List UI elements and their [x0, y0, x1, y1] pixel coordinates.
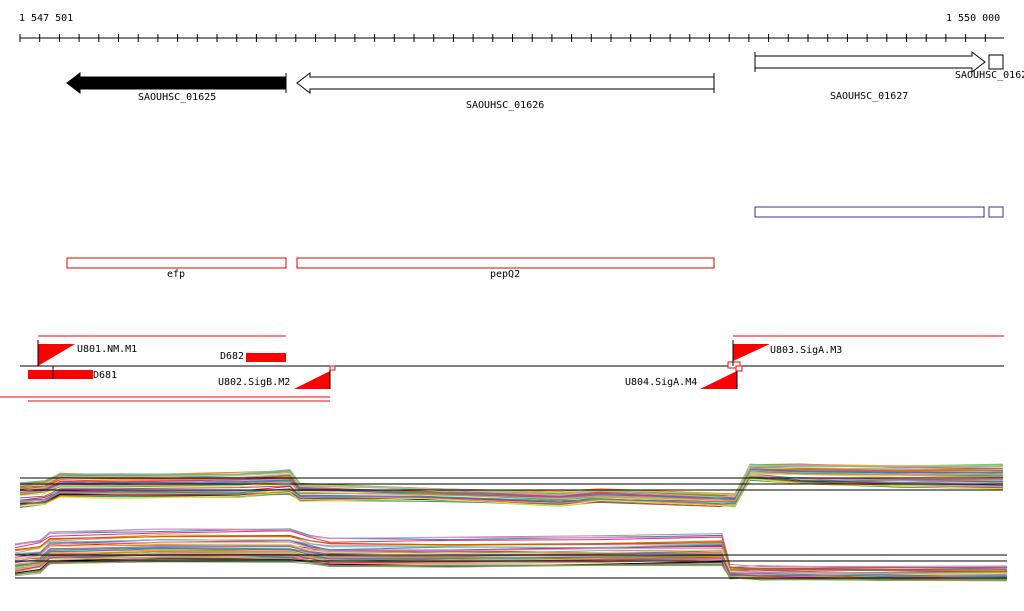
annotation-box-pepq2[interactable]: [296, 257, 715, 269]
annotation-label-efp: efp: [167, 269, 186, 280]
feature-label-d681: D681: [93, 370, 118, 381]
feature-label-u801: U801.NM.M1: [77, 344, 138, 355]
transcript-box-1[interactable]: [754, 206, 985, 218]
feature-label-d682: D682: [220, 351, 245, 362]
gene-arrow-saouhsc-01627[interactable]: [754, 50, 986, 74]
gene-label-saouhsc-01626: SAOUHSC_01626: [466, 100, 545, 111]
expression-profiles-upper: [19, 463, 1004, 508]
transcript-box-2[interactable]: [988, 206, 1004, 218]
feature-track: [0, 335, 1004, 402]
segment-d682[interactable]: [246, 353, 286, 362]
feature-label-u804: U804.SigA.M4: [625, 377, 698, 388]
expression-profiles-lower: [14, 528, 1008, 582]
gene-label-saouhsc-01625: SAOUHSC_01625: [138, 92, 217, 103]
annotation-track: [66, 257, 715, 269]
gene-label-saouhsc-0162: SAOUHSC_0162: [955, 70, 1024, 81]
annotation-box-efp[interactable]: [66, 257, 287, 269]
transcript-track: [754, 206, 1004, 218]
gene-arrow-saouhsc-01626[interactable]: [296, 71, 715, 95]
gene-label-saouhsc-01627: SAOUHSC_01627: [830, 91, 909, 102]
gene-arrow-saouhsc-01625[interactable]: [66, 71, 287, 95]
coordinate-ruler: [19, 34, 1004, 42]
feature-label-u802: U802.SigB.M2: [218, 377, 291, 388]
feature-label-u803: U803.SigA.M3: [770, 345, 843, 356]
genome-browser: 1 547 501 1 550 000 SAOUHSC_01625 SAOUHS…: [0, 0, 1024, 611]
segment-d681[interactable]: [28, 370, 93, 379]
promoter-marker-u801[interactable]: [38, 344, 75, 366]
promoter-marker-u802[interactable]: [294, 371, 330, 389]
annotation-label-pepq2: pepQ2: [490, 269, 521, 280]
promoter-marker-u804[interactable]: [700, 371, 737, 389]
promoter-marker-u803[interactable]: [733, 344, 770, 361]
gene-track: [66, 50, 1004, 95]
gene-box-saouhsc-0162[interactable]: [988, 54, 1004, 70]
